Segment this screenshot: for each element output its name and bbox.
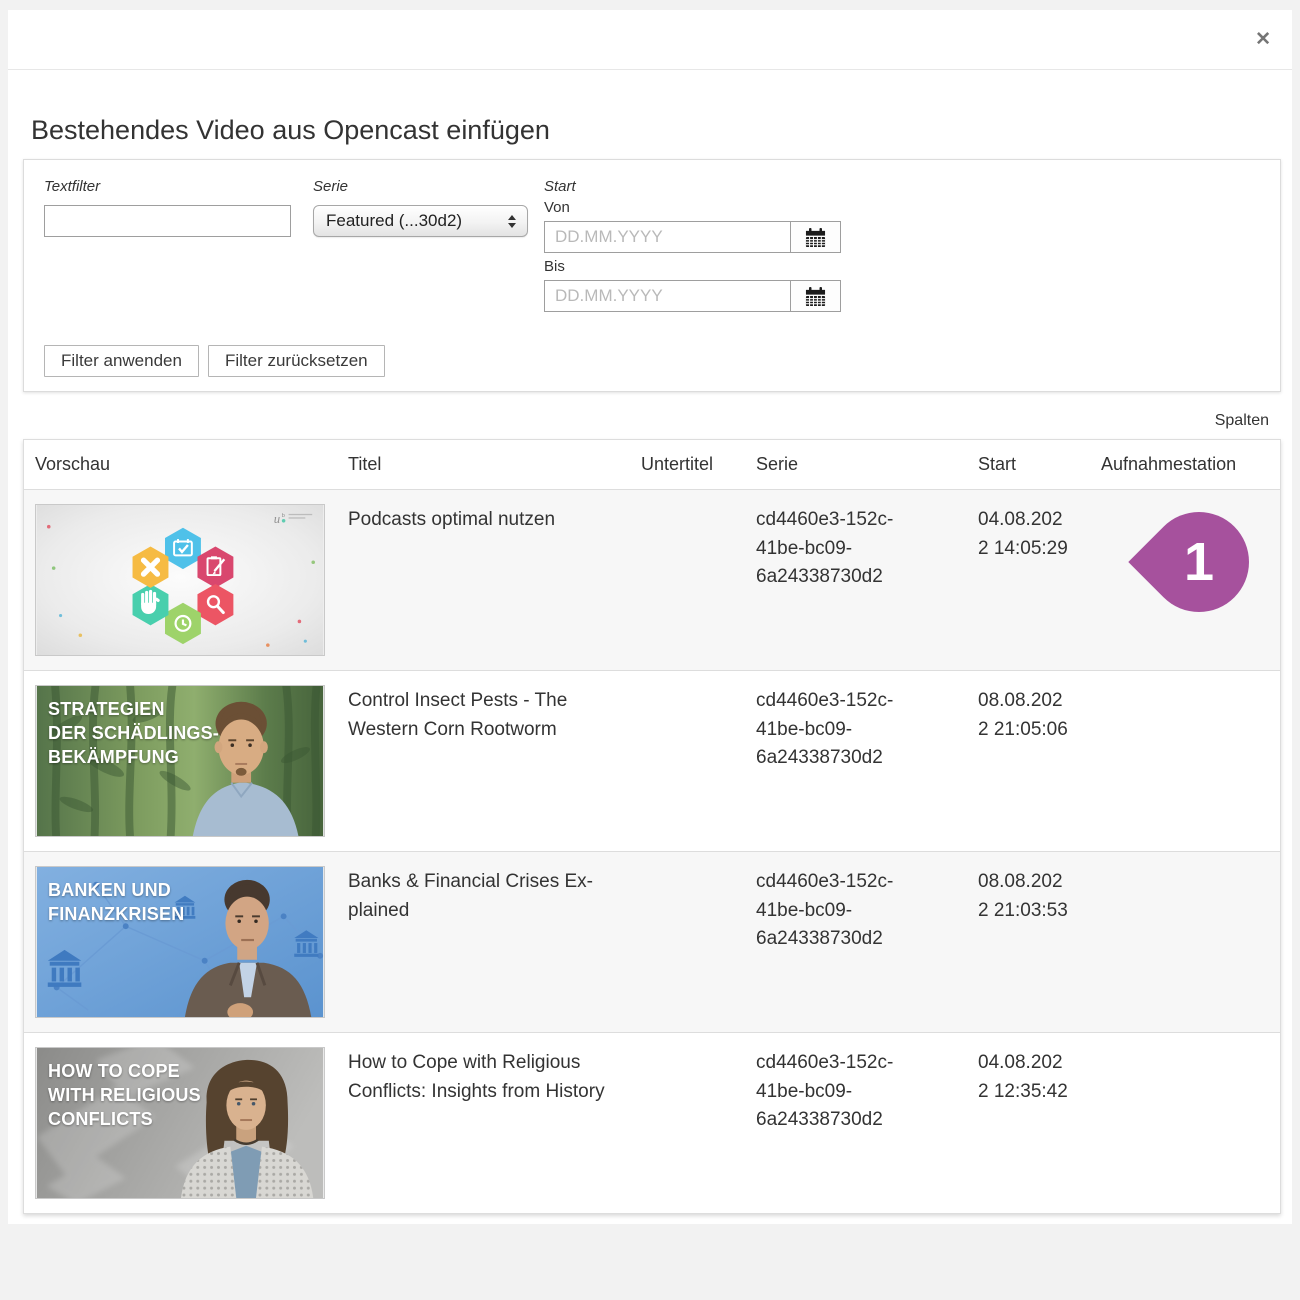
von-calendar-button[interactable]	[790, 221, 841, 253]
table-row[interactable]: u b	[24, 489, 1280, 670]
serie-group: Serie Featured (...30d2)	[313, 178, 528, 237]
start-cell: 08.08.2022 21:03:53	[978, 852, 1101, 1032]
bis-date-group	[544, 280, 841, 312]
col-titel: Titel	[348, 440, 641, 489]
von-date-input[interactable]	[544, 221, 790, 253]
bis-date-input[interactable]	[544, 280, 790, 312]
thumbnail-cell: HOW TO COPE WITH RELIGIOUS CONFLICTS	[24, 1033, 348, 1213]
start-group: Start Von	[544, 178, 841, 317]
col-untertitel: Untertitel	[641, 440, 756, 489]
title-cell: Banks & Financial Crises Ex­plained	[348, 852, 641, 1032]
table-header: Vorschau Titel Untertitel Serie Start Au…	[24, 440, 1280, 489]
thumbnail-cell: u b	[24, 490, 348, 670]
start-cell: 04.08.2022 12:35:42	[978, 1033, 1101, 1213]
textfilter-group: Textfilter	[44, 178, 291, 237]
columns-toggle-row: Spalten	[23, 412, 1281, 430]
col-start: Start	[978, 440, 1101, 489]
station-cell	[1101, 852, 1282, 1032]
thumbnail-caption: STRATEGIEN DER SCHÄDLINGS- BEKÄMPFUNG	[48, 697, 219, 769]
col-aufnahmestation: Aufnahmestation	[1101, 440, 1282, 489]
station-cell	[1101, 490, 1282, 670]
textfilter-input[interactable]	[44, 205, 291, 237]
station-cell	[1101, 671, 1282, 851]
thumbnail-caption: HOW TO COPE WITH RELIGIOUS CONFLICTS	[48, 1059, 201, 1131]
untertitel-cell	[641, 1033, 756, 1213]
serie-select-value: Featured (...30d2)	[326, 211, 507, 231]
thumbnail-caption: BANKEN UND FINANZKRISEN	[48, 878, 184, 926]
von-label: Von	[544, 199, 841, 216]
untertitel-cell	[641, 671, 756, 851]
video-table: Vorschau Titel Untertitel Serie Start Au…	[23, 439, 1281, 1214]
table-row[interactable]: HOW TO COPE WITH RELIGIOUS CONFLICTS How…	[24, 1032, 1280, 1213]
title-cell: How to Cope with Religious Conflicts: In…	[348, 1033, 641, 1213]
thumbnail-cell: BANKEN UND FINANZKRISEN	[24, 852, 348, 1032]
bis-calendar-button[interactable]	[790, 280, 841, 312]
serie-cell: cd4460e3-152c-41be-bc09-6a24338730d2	[756, 1033, 978, 1213]
opencast-picker-modal: ✕ Bestehendes Video aus Opencast einfüge…	[8, 10, 1292, 1224]
page-title: Bestehendes Video aus Opencast einfügen	[31, 115, 1281, 146]
serie-cell: cd4460e3-152c-41be-bc09-6a24338730d2	[756, 852, 978, 1032]
serie-cell: cd4460e3-152c-41be-bc09-6a24338730d2	[756, 490, 978, 670]
video-thumbnail-banks: BANKEN UND FINANZKRISEN	[35, 866, 325, 1018]
station-cell	[1101, 1033, 1282, 1213]
reset-filter-button[interactable]: Filter zurücksetzen	[208, 345, 385, 377]
serie-select[interactable]: Featured (...30d2)	[313, 205, 528, 237]
untertitel-cell	[641, 490, 756, 670]
table-row[interactable]: STRATEGIEN DER SCHÄDLINGS- BEKÄMPFUNG Co…	[24, 670, 1280, 851]
untertitel-cell	[641, 852, 756, 1032]
title-cell: Control Insect Pests - The Western Corn …	[348, 671, 641, 851]
modal-body: Bestehendes Video aus Opencast einfügen …	[8, 115, 1292, 1214]
table-row[interactable]: BANKEN UND FINANZKRISEN Banks & Financia…	[24, 851, 1280, 1032]
serie-label: Serie	[313, 178, 528, 195]
textfilter-label: Textfilter	[44, 178, 291, 195]
video-thumbnail-religious: HOW TO COPE WITH RELIGIOUS CONFLICTS	[35, 1047, 325, 1199]
columns-toggle[interactable]: Spalten	[1215, 412, 1269, 429]
modal-header: ✕	[8, 10, 1292, 70]
von-date-group	[544, 221, 841, 253]
thumbnail-cell: STRATEGIEN DER SCHÄDLINGS- BEKÄMPFUNG	[24, 671, 348, 851]
col-vorschau: Vorschau	[24, 440, 348, 489]
calendar-icon	[804, 227, 827, 248]
title-cell: Podcasts optimal nutzen	[348, 490, 641, 670]
video-thumbnail-podcasts: u b	[35, 504, 325, 656]
select-updown-icon	[507, 214, 517, 229]
bis-label: Bis	[544, 258, 841, 275]
calendar-icon	[804, 286, 827, 307]
svg-text:u: u	[274, 512, 280, 526]
apply-filter-button[interactable]: Filter anwenden	[44, 345, 199, 377]
start-cell: 08.08.2022 21:05:06	[978, 671, 1101, 851]
filter-panel: Textfilter Serie Featured (...30d2) Star…	[23, 159, 1281, 392]
col-serie: Serie	[756, 440, 978, 489]
video-thumbnail-pests: STRATEGIEN DER SCHÄDLINGS- BEKÄMPFUNG	[35, 685, 325, 837]
close-icon[interactable]: ✕	[1255, 30, 1271, 49]
start-label: Start	[544, 178, 841, 195]
filter-buttons: Filter anwenden Filter zurücksetzen	[44, 345, 385, 377]
start-cell: 04.08.2022 14:05:29	[978, 490, 1101, 670]
serie-cell: cd4460e3-152c-41be-bc09-6a24338730d2	[756, 671, 978, 851]
